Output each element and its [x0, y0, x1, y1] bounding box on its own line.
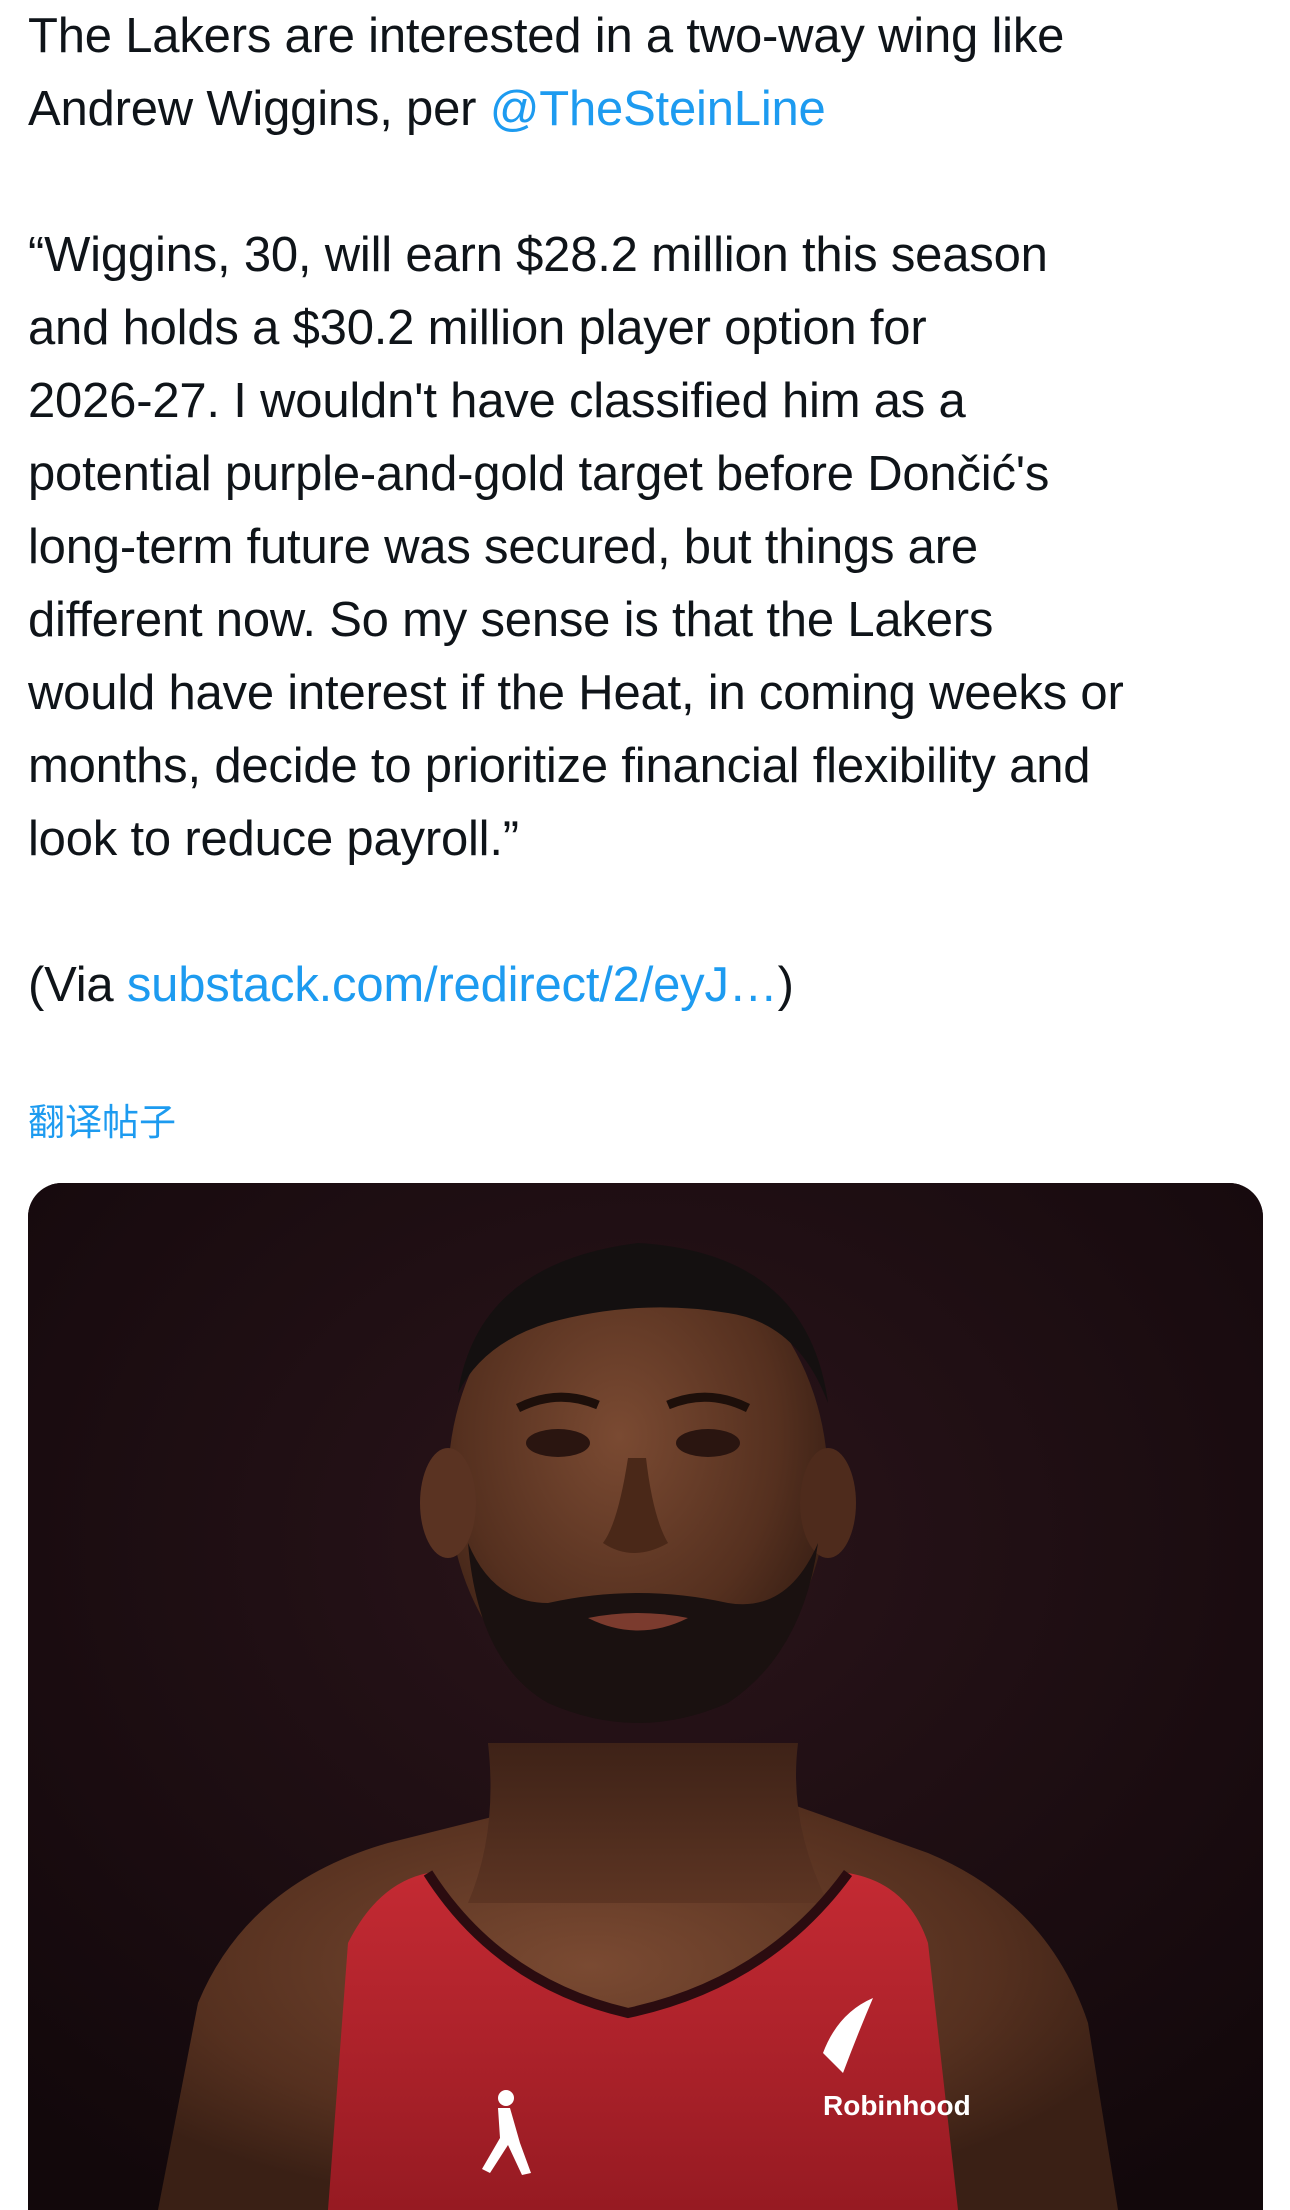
- mention-link[interactable]: @TheSteinLine: [490, 82, 826, 136]
- quote-line: potential purple-and-gold target before …: [28, 447, 1050, 501]
- via-link[interactable]: substack.com/redirect/2/eyJ…: [127, 958, 778, 1012]
- left-ear: [420, 1448, 476, 1558]
- left-eye: [526, 1429, 590, 1457]
- via-prefix: (Via: [28, 958, 127, 1012]
- quote-line: long-term future was secured, but things…: [28, 520, 978, 574]
- quote-line: 2026-27. I wouldn't have classified him …: [28, 374, 966, 428]
- quote-line: look to reduce payroll.”: [28, 812, 519, 866]
- via-suffix: ): [777, 958, 794, 1012]
- player-photo: Robinhood: [28, 1183, 1263, 2210]
- quote-line: and holds a $30.2 million player option …: [28, 301, 927, 355]
- tweet-body: The Lakers are interested in a two-way w…: [28, 0, 1268, 1022]
- quote-line: months, decide to prioritize financial f…: [28, 739, 1091, 793]
- via-line: (Via substack.com/redirect/2/eyJ…): [28, 949, 1268, 1022]
- quote-line: “Wiggins, 30, will earn $28.2 million th…: [28, 228, 1048, 282]
- tweet-text: The Lakers are interested in a two-way w…: [28, 0, 1268, 1022]
- tweet-media-image[interactable]: Robinhood: [28, 1183, 1263, 2210]
- tweet-line: Andrew Wiggins, per @TheSteinLine: [28, 73, 1268, 146]
- neck: [468, 1743, 828, 1903]
- tweet-line: The Lakers are interested in a two-way w…: [28, 0, 1268, 73]
- translate-post-button[interactable]: 翻译帖子: [28, 1098, 176, 1148]
- jersey-sponsor-text: Robinhood: [823, 2090, 971, 2121]
- tweet-text-segment: The Lakers are interested in a two-way w…: [28, 9, 1065, 63]
- tweet-text-segment: Andrew Wiggins, per: [28, 82, 490, 136]
- right-ear: [800, 1448, 856, 1558]
- right-eye: [676, 1429, 740, 1457]
- quote-line: different now. So my sense is that the L…: [28, 593, 994, 647]
- quote-line: would have interest if the Heat, in comi…: [28, 666, 1124, 720]
